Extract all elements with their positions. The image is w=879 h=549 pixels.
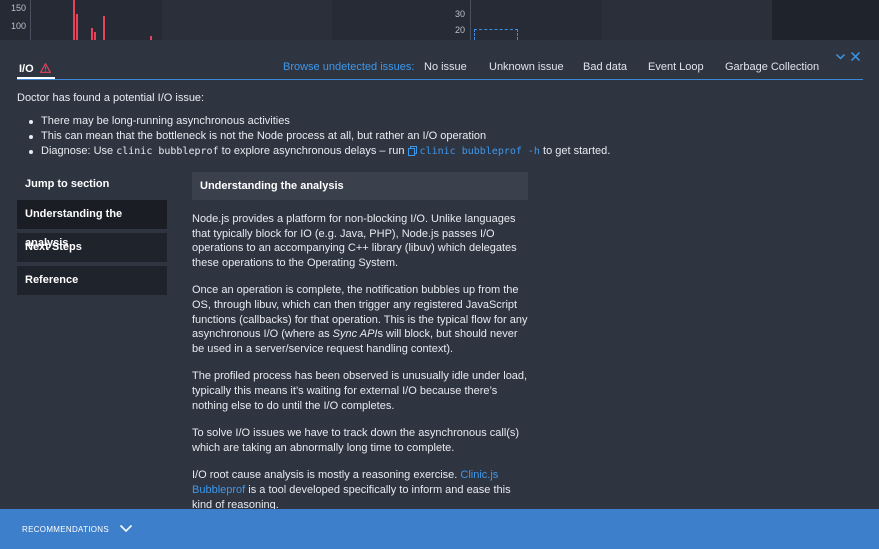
section-nav-title: Jump to section [25,178,110,190]
paragraph: Once an operation is complete, the notif… [192,283,528,356]
cpu-spike [94,32,96,40]
tab-garbage-collection[interactable]: Garbage Collection [725,61,819,73]
paragraph-text: I/O root cause analysis is mostly a reas… [192,469,458,482]
cpu-spike [73,0,75,40]
background-charts: 150 100 30 20 [0,0,879,40]
list-item: This can mean that the bottleneck is not… [29,129,610,144]
cpu-spike [103,16,105,40]
list-item: Diagnose: Use clinic bubbleprof to explo… [29,144,610,159]
section-nav: Jump to section Understanding the analys… [17,172,167,295]
issue-summary-list: There may be long-running asynchronous a… [29,114,610,159]
nav-item-reference[interactable]: Reference [17,266,167,295]
tab-io-label: I/O [19,63,34,75]
chart-series-line [474,29,518,40]
section-body: Node.js provides a platform for non-bloc… [192,212,528,512]
nav-item-next-steps[interactable]: Next Steps [17,233,167,262]
y-tick-label: 100 [11,21,27,31]
copy-command[interactable]: clinic bubbleprof -h [407,145,540,157]
cpu-spike [76,14,78,40]
list-item-text: to get started. [543,145,611,157]
paragraph: To solve I/O issues we have to track dow… [192,427,520,454]
browse-issues-label: Browse undetected issues: [283,61,415,73]
y-tick-label: 150 [11,3,27,13]
list-item-text: to explore asynchronous delays – run [221,145,405,157]
section-content: Understanding the analysis Node.js provi… [192,172,528,527]
panel-controls [835,51,861,62]
active-tab-indicator [17,77,55,79]
recommendations-bar[interactable]: RECOMMENDATIONS [0,509,879,549]
list-item: There may be long-running asynchronous a… [29,114,610,129]
copy-icon[interactable] [407,146,417,161]
warning-triangle-icon [39,62,52,76]
list-item-text: There may be long-running asynchronous a… [41,115,290,127]
tab-event-loop[interactable]: Event Loop [648,61,704,73]
issue-tab-bar: I/O Browse undetected issues: No issue U… [17,58,863,80]
recommendations-label: RECOMMENDATIONS [22,524,110,534]
list-item-text: Diagnose: Use [41,145,114,157]
y-tick-label: 30 [455,9,466,19]
list-item-text: This can mean that the bottleneck is not… [41,130,487,142]
nav-item-understanding-the-analysis[interactable]: Understanding the analysis [17,200,167,249]
inline-code: clinic bubbleprof [116,146,219,157]
chevron-down-icon[interactable] [835,51,846,62]
paragraph: The profiled process has been observed i… [192,370,528,412]
tab-no-issue[interactable]: No issue [424,61,467,73]
y-axis-line [470,0,471,40]
chevron-down-icon[interactable] [119,520,133,538]
chart-panel [332,0,602,40]
tab-unknown-issue[interactable]: Unknown issue [489,61,564,73]
command-text[interactable]: clinic bubbleprof -h [420,146,540,157]
cpu-spike [91,28,93,40]
issue-panel: I/O Browse undetected issues: No issue U… [0,40,879,527]
tab-bad-data[interactable]: Bad data [583,61,627,73]
paragraph: I/O root cause analysis is mostly a reas… [192,468,528,512]
paragraph: Node.js provides a platform for non-bloc… [192,213,517,269]
issue-summary-lead: Doctor has found a potential I/O issue: [17,92,205,104]
y-tick-label: 20 [455,25,466,35]
close-icon[interactable] [850,51,861,62]
section-heading: Understanding the analysis [192,172,528,200]
y-axis-line [30,0,31,40]
chart-panel [162,0,332,40]
chart-panel [602,0,772,40]
emphasis-text: Sync API [332,328,378,341]
